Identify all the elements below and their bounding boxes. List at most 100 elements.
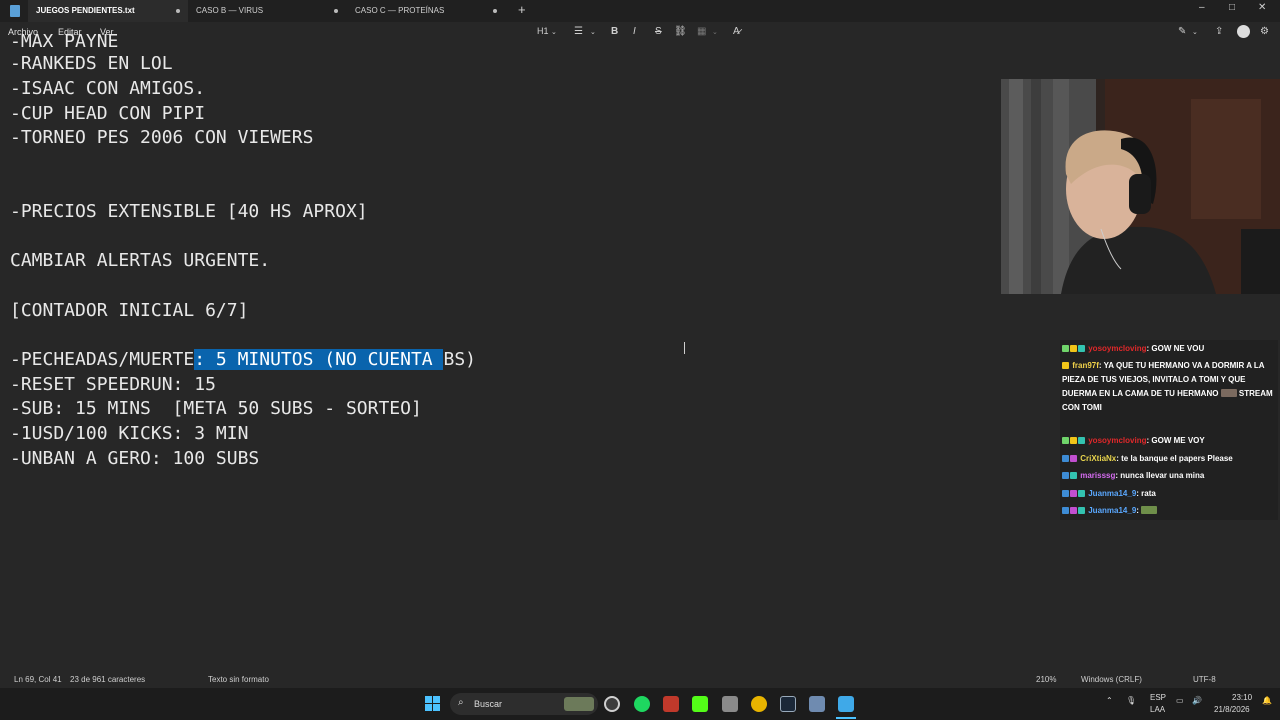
badge-icon [1078,507,1085,514]
editor-line: -CUP HEAD CON PIPI [10,103,206,124]
minimize-icon[interactable]: – [1199,2,1205,13]
clock-time[interactable]: 23:10 [1232,693,1252,702]
zoom-level[interactable]: 210% [1036,675,1056,684]
notifications-bell-icon[interactable]: 🔔 [1262,696,1272,705]
obs-icon[interactable] [604,696,620,712]
search-icon: ⌕ [458,697,464,708]
tab-label: CASO B — VIRUS [196,6,264,15]
app-icon[interactable] [663,696,679,712]
chat-message: yosoymcloving: GOW NE VOU [1062,342,1276,356]
text-editor[interactable]: -MAX PAYNE -RANKEDS EN LOL -ISAAC CON AM… [0,32,1000,664]
maximize-icon[interactable]: □ [1229,2,1235,13]
status-bar: Ln 69, Col 41 23 de 961 caracteres Texto… [0,670,1280,688]
chevron-down-icon[interactable]: ⌄ [551,28,557,36]
chat-text: : rata [1136,489,1156,498]
microphone-icon[interactable]: 🎙 [1126,696,1136,705]
ibeam-cursor-icon [684,342,686,354]
tab-label: JUEGOS PENDIENTES.txt [36,6,135,15]
editor-line: -1USD/100 KICKS: 3 MIN [10,423,249,444]
chevron-down-icon[interactable]: ⌄ [712,28,718,36]
search-placeholder: Buscar [474,699,503,709]
clear-format-icon[interactable]: A̷ [733,26,740,37]
chat-message: CriXtiaNx: te la banque el papers Please [1062,452,1276,466]
chat-username: Juanma14_9 [1088,506,1137,515]
chat-message: Juanma14_9: rata [1062,487,1276,501]
badge-icon [1070,455,1077,462]
line-ending[interactable]: Windows (CRLF) [1081,675,1142,684]
search-highlight-icon [564,697,594,711]
list-icon[interactable]: ☰ [574,26,583,37]
clock-date[interactable]: 21/8/2026 [1214,705,1250,714]
language-indicator-bottom[interactable]: LAA [1150,705,1165,714]
editor-line: -SUB: 15 MINS [META 50 SUBS - SORTEO] [10,398,422,419]
badge-icon [1070,345,1077,352]
editor-line: -PRECIOS EXTENSIBLE [40 HS APROX] [10,201,368,222]
copilot-icon[interactable]: ✎ [1178,26,1186,37]
tab-label: CASO C — PROTEÍNAS [355,6,445,15]
badge-icon [1070,437,1077,444]
language-indicator-top[interactable]: ESP [1150,693,1166,702]
chat-username: fran97f [1072,361,1099,370]
notepad-app-icon [10,5,20,17]
tab-bar: JUEGOS PENDIENTES.txt CASO B — VIRUS CAS… [0,0,1280,22]
taskbar: ⌕ Buscar ⌃ 🎙 ESP LAA ▭ 🔊 23:10 21/8/2026… [0,688,1280,720]
encoding[interactable]: UTF-8 [1193,675,1216,684]
badge-icon [1078,345,1085,352]
steam-icon[interactable] [780,696,796,712]
chat-text: : te la banque el papers Please [1116,454,1233,463]
tab-caso-c[interactable]: CASO C — PROTEÍNAS [347,0,505,22]
editor-line: -UNBAN A GERO: 100 SUBS [10,448,260,469]
notepad-taskbar-icon[interactable] [838,696,854,712]
format-mode[interactable]: Texto sin formato [208,675,269,684]
close-icon[interactable]: ✕ [1258,2,1266,13]
menu-bar: Archivo Editar Ver H1 ⌄ ☰ ⌄ B I S ⛓ ▦ ⌄ … [0,22,1280,44]
tray-chevron-up-icon[interactable]: ⌃ [1106,696,1113,705]
volume-icon[interactable]: 🔊 [1192,696,1202,705]
chrome-icon[interactable] [751,696,767,712]
cursor-position: Ln 69, Col 41 [14,675,62,684]
spotify-icon[interactable] [634,696,650,712]
chat-text: : GOW NE VOU [1146,344,1205,353]
chat-message: fran97f: YA QUE TU HERMANO VA A DORMIR A… [1062,359,1276,415]
chevron-down-icon[interactable]: ⌄ [1192,28,1198,36]
network-icon[interactable]: ▭ [1176,696,1184,705]
share-icon[interactable]: ⇪ [1215,26,1223,37]
chat-username: yosoymcloving [1088,436,1147,445]
tab-caso-b[interactable]: CASO B — VIRUS [188,0,346,22]
italic-button[interactable]: I [633,26,636,37]
strikethrough-button[interactable]: S [655,26,662,37]
editor-line: -TORNEO PES 2006 CON VIEWERS [10,127,314,148]
badge-icon [1062,490,1069,497]
text-before-selection: -PECHEADAS/MUERTE [10,349,195,370]
editor-line: -RANKEDS EN LOL [10,53,173,74]
unsaved-dot-icon [334,9,338,13]
emote-icon [1220,389,1237,397]
app-icon[interactable] [722,696,738,712]
settings-app-icon[interactable] [809,696,825,712]
chat-text: : nunca llevar una mina [1115,471,1205,480]
chat-message: Juanma14_9: [1062,504,1276,518]
tab-juegos-pendientes[interactable]: JUEGOS PENDIENTES.txt [28,0,188,22]
bold-button[interactable]: B [611,26,618,37]
taskbar-search[interactable]: ⌕ Buscar [450,693,598,715]
frog-emote-icon [1141,506,1158,514]
new-tab-plus-icon[interactable]: + [518,2,526,17]
settings-gear-icon[interactable]: ⚙ [1260,26,1269,37]
link-icon[interactable]: ⛓ [674,26,687,37]
editor-line: -RESET SPEEDRUN: 15 [10,374,216,395]
kick-icon[interactable] [692,696,708,712]
chat-username: Juanma14_9 [1088,489,1137,498]
stream-chat-overlay: yosoymcloving: GOW NE VOU fran97f: YA QU… [1060,340,1278,520]
chevron-down-icon[interactable]: ⌄ [590,28,596,36]
windows-start-icon[interactable] [425,696,441,712]
badge-icon [1062,345,1069,352]
badge-icon [1070,507,1077,514]
chat-text: : [1136,506,1139,515]
text-selection[interactable]: : 5 MINUTOS (NO CUENTA [194,349,444,370]
chat-text: : GOW ME VOY [1146,436,1205,445]
badge-icon [1070,472,1077,479]
account-avatar-icon[interactable] [1237,25,1250,38]
unsaved-dot-icon [176,9,180,13]
heading-dropdown[interactable]: H1 [537,26,549,36]
table-icon[interactable]: ▦ [697,26,706,37]
